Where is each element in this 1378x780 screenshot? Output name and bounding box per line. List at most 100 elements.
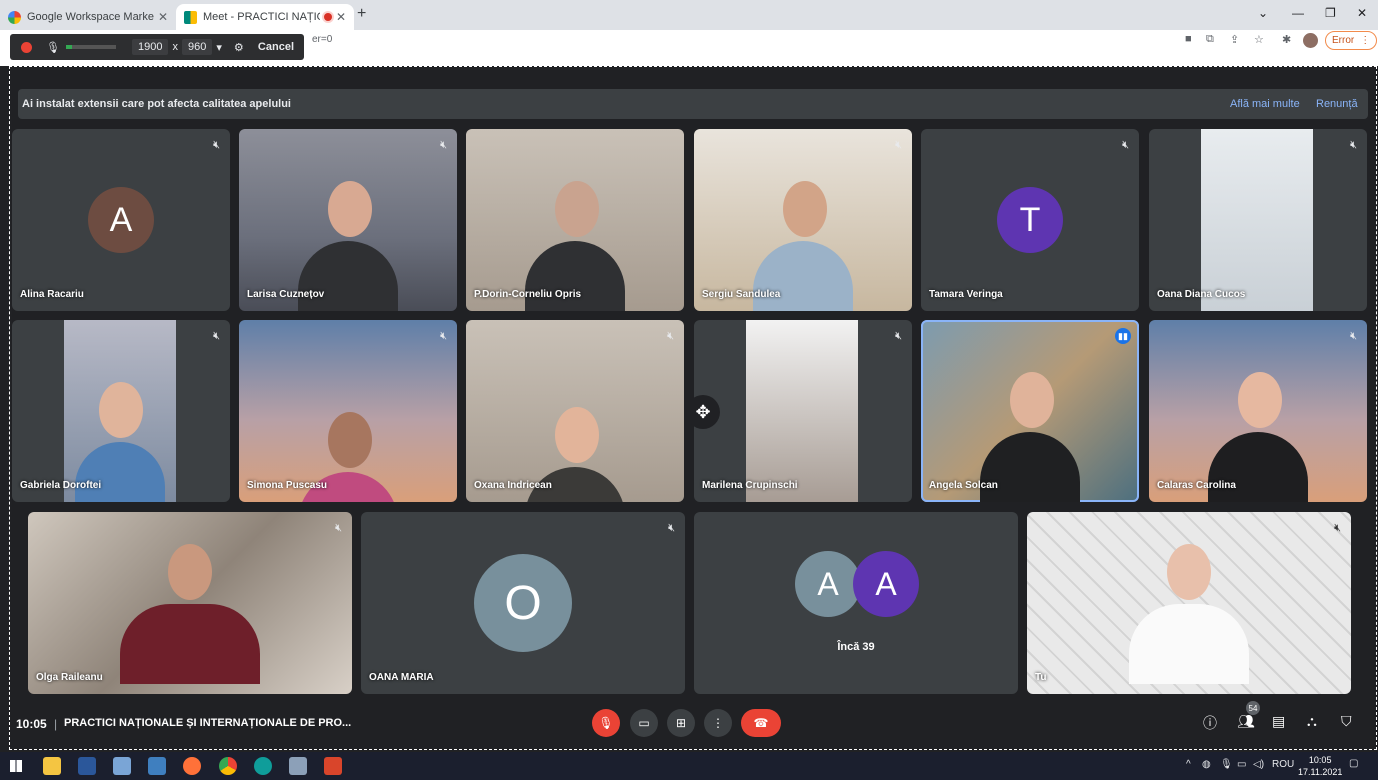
participant-tile[interactable]: 🔇︎ Gabriela Doroftei — [12, 320, 230, 502]
more-options-button[interactable]: ⋮ — [704, 709, 732, 737]
participant-tile[interactable]: 🔇︎ Sergiu Sandulea — [694, 129, 912, 311]
record-stop-button[interactable] — [21, 41, 32, 53]
participant-tile[interactable]: 🔇︎ Olga Raileanu — [28, 512, 352, 694]
participant-tile[interactable]: O 🔇︎ OANA MARIA — [361, 512, 685, 694]
present-screen-icon: ⊞ — [675, 716, 687, 730]
tray-icon[interactable]: ◍ — [1202, 759, 1211, 770]
browser-tab-bar: Google Workspace Marketplace ✕ Meet - PR… — [0, 0, 1378, 30]
pdf-icon[interactable] — [324, 757, 342, 775]
dimension-separator: x — [172, 41, 178, 53]
host-controls-icon[interactable]: ⛉ — [1341, 713, 1352, 730]
participant-tile[interactable]: 🔇︎ Calaras Carolina — [1149, 320, 1367, 502]
participant-name: Simona Puscasu — [247, 480, 328, 491]
mic-off-icon: 🔇︎ — [335, 522, 342, 534]
microphone-icon[interactable]: 🎙 — [1220, 759, 1233, 770]
windows-start-icon[interactable] — [10, 760, 22, 772]
google-icon — [8, 10, 21, 24]
more-vert-icon: ⋮ — [712, 716, 724, 730]
leave-call-button[interactable]: ☎ — [741, 709, 781, 737]
meet-window: Ai instalat extensii care pot afecta cal… — [9, 66, 1377, 750]
dropdown-icon[interactable]: ▾ — [216, 41, 222, 54]
video-feed — [746, 320, 858, 502]
mic-off-icon: 🔇︎ — [895, 330, 902, 342]
new-tab-button[interactable]: + — [357, 5, 366, 23]
restore-button[interactable]: ❐ — [1325, 6, 1336, 20]
people-count-badge: 54 — [1246, 701, 1260, 715]
error-button[interactable]: Error ⋮ — [1325, 31, 1378, 50]
avatar: A — [88, 187, 154, 253]
participant-tile[interactable]: 🔇︎ Larisa Cuznețov — [239, 129, 457, 311]
info-icon[interactable]: ⓘ — [1203, 713, 1217, 733]
participant-tile[interactable]: 🔇︎ Oana Diana Cucos — [1149, 129, 1367, 311]
width-input[interactable]: 1900 — [131, 39, 169, 55]
close-icon[interactable]: ✕ — [158, 10, 168, 24]
activities-icon[interactable]: ⛬ — [1307, 713, 1317, 730]
divider: | — [54, 717, 58, 731]
participant-tile[interactable]: 🔇︎ Simona Puscasu — [239, 320, 457, 502]
app-icon[interactable] — [113, 757, 131, 775]
microphone-icon[interactable]: 🎙 — [46, 41, 60, 54]
extensions-icon[interactable]: ✱ — [1282, 33, 1291, 46]
participant-tile[interactable]: ▮▮ Angela Solcan — [921, 320, 1139, 502]
tab-label: Meet - PRACTICI NAȚIONALE — [203, 11, 320, 23]
present-button[interactable]: ⊞ — [667, 709, 695, 737]
avatar: O — [474, 554, 572, 652]
language-indicator[interactable]: ROU — [1272, 759, 1294, 770]
more-participants-tile[interactable]: A A Încă 39 — [694, 512, 1018, 694]
chrome-icon[interactable] — [219, 757, 237, 775]
volume-icon[interactable]: ◁) — [1253, 759, 1264, 770]
tab-meet[interactable]: Meet - PRACTICI NAȚIONALE ✕ — [176, 4, 354, 30]
system-clock[interactable]: 10:05 17.11.2021 — [1298, 754, 1342, 778]
share-icon[interactable]: ⇪ — [1230, 33, 1239, 46]
avatar: A — [853, 551, 919, 617]
recorder-toolbar: 🎙 1900 x 960 ▾ ⚙ Cancel — [10, 34, 304, 60]
participant-tile[interactable]: T 🔇︎ Tamara Veringa — [921, 129, 1139, 311]
notification-icon[interactable]: ▢ — [1349, 758, 1358, 769]
mic-off-icon: 🔇︎ — [668, 522, 675, 534]
word-icon[interactable] — [78, 757, 96, 775]
banner-text: Ai instalat extensii care pot afecta cal… — [22, 98, 291, 110]
minimize-button[interactable]: — — [1292, 6, 1304, 20]
star-icon[interactable]: ☆ — [1254, 33, 1264, 46]
cancel-button[interactable]: Cancel — [258, 41, 294, 53]
video-feed — [64, 320, 176, 502]
participant-tile[interactable]: 🔇︎ Marilena Crupinschi — [694, 320, 912, 502]
participant-name: Gabriela Doroftei — [20, 480, 102, 491]
chevron-down-icon[interactable]: ⌄ — [1258, 6, 1268, 20]
move-icon[interactable]: ✥ — [686, 395, 720, 429]
url-text[interactable]: er=0 — [312, 34, 332, 45]
firefox-icon[interactable] — [183, 757, 201, 775]
meet-icon — [184, 10, 197, 24]
participant-name: Tu — [1035, 672, 1047, 683]
gear-icon[interactable]: ⚙ — [234, 41, 244, 54]
file-explorer-icon[interactable] — [43, 757, 61, 775]
people-icon[interactable]: 👥︎ — [1237, 713, 1255, 730]
participant-name: P.Dorin-Corneliu Opris — [474, 289, 582, 300]
participant-tile[interactable]: 🔇︎ Oxana Indricean — [466, 320, 684, 502]
camera-toggle-button[interactable]: ▭ — [630, 709, 658, 737]
participant-tile[interactable]: 🔇︎ Tu — [1027, 512, 1351, 694]
system-time: 10:05 — [1308, 755, 1332, 765]
chat-icon[interactable]: ▤ — [1272, 713, 1285, 730]
height-input[interactable]: 960 — [181, 39, 213, 55]
mic-toggle-button[interactable]: 🎙 — [592, 709, 620, 737]
learn-more-link[interactable]: Află mai multe — [1230, 98, 1300, 110]
mic-off-icon: 🔇︎ — [667, 330, 674, 342]
mic-off-icon: 🎙 — [598, 716, 614, 730]
camera-icon[interactable]: ■ — [1185, 33, 1192, 45]
photos-icon[interactable] — [148, 757, 166, 775]
speaking-icon: ▮▮ — [1115, 328, 1131, 344]
translate-icon[interactable]: ⧉ — [1206, 33, 1214, 46]
dismiss-link[interactable]: Renunță — [1316, 98, 1358, 110]
window-close-button[interactable]: ✕ — [1357, 6, 1367, 20]
participant-tile[interactable]: P.Dorin-Corneliu Opris — [466, 129, 684, 311]
video-feed — [120, 544, 260, 694]
profile-avatar[interactable] — [1303, 33, 1318, 48]
tab-workspace-marketplace[interactable]: Google Workspace Marketplace ✕ — [0, 4, 176, 30]
participant-tile[interactable]: A 🔇︎ Alina Racariu — [12, 129, 230, 311]
chevron-up-icon[interactable]: ^ — [1186, 759, 1191, 770]
app-icon[interactable] — [289, 757, 307, 775]
close-icon[interactable]: ✕ — [336, 10, 346, 24]
network-icon[interactable]: ▭ — [1237, 759, 1246, 770]
edge-icon[interactable] — [254, 757, 272, 775]
